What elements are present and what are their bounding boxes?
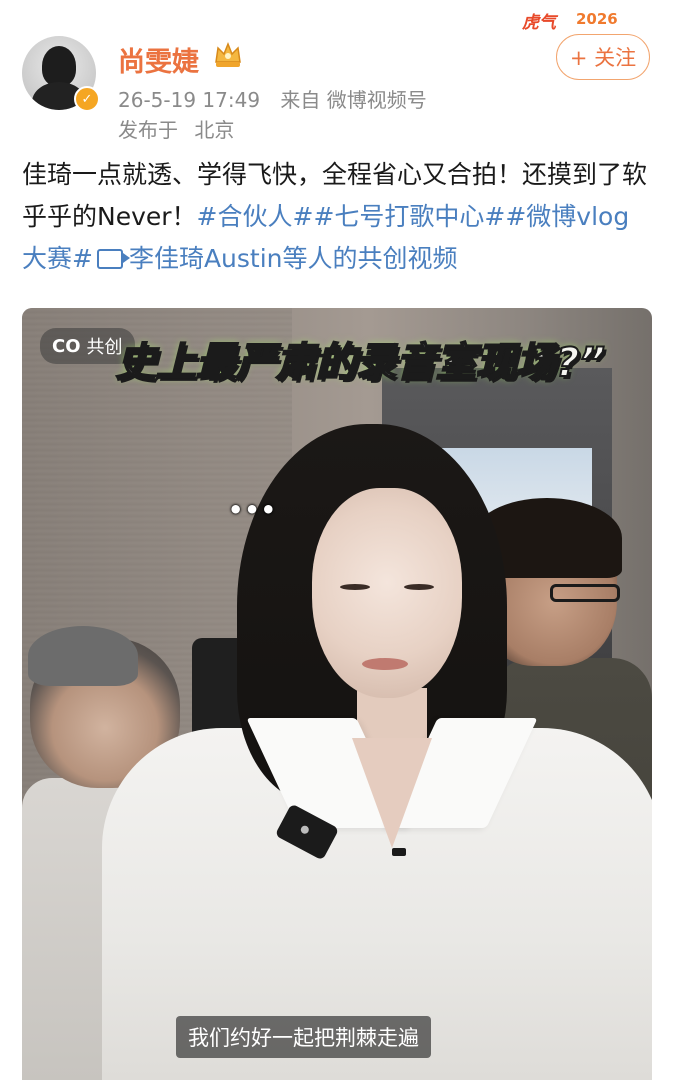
cocreate-link[interactable]: 李佳琦Austin等人的共创视频: [129, 244, 458, 273]
cocreate-icon: CO: [52, 335, 81, 357]
more-dots-icon[interactable]: •••: [228, 498, 277, 522]
follow-button[interactable]: + 关注: [556, 34, 650, 80]
necklace: [392, 848, 406, 856]
weibo-post-page: ✓ 尚雯婕 26-5-19 17:49 来自 微博视频号 发布于 北京 虎气 2…: [0, 0, 674, 1080]
header-decoration-text: 虎气: [522, 13, 556, 33]
glasses: [550, 584, 620, 602]
avatar-hair: [42, 46, 76, 86]
hashtag-partner[interactable]: #合伙人#: [197, 202, 314, 231]
left-person-cap: [28, 626, 138, 686]
video-title-caption: 史上最严肃的录音室现场?”: [115, 339, 606, 387]
header-decoration-year: 2026: [576, 10, 618, 28]
post-source[interactable]: 来自 微博视频号: [280, 88, 426, 112]
post-meta: 26-5-19 17:49 来自 微博视频号: [118, 84, 427, 113]
post-date: 26-5-19 17:49: [118, 88, 261, 112]
hashtag-song-center[interactable]: #七号打歌中心#: [313, 202, 505, 231]
video-player[interactable]: ••• CO 共创 史上最严肃的录音室现场?”: [22, 308, 652, 1080]
verified-badge-icon: ✓: [74, 86, 100, 112]
post-text: 佳琦一点就透、学得飞快，全程省心又合拍！还摸到了软乎乎的Never！#合伙人##…: [22, 154, 654, 280]
video-subtitle: 我们约好一起把荆棘走遍: [176, 1016, 431, 1058]
lips: [362, 658, 408, 670]
left-eye: [340, 584, 370, 590]
post-location: 发布于 北京: [118, 114, 234, 143]
crown-vip-icon: [215, 41, 241, 67]
location-label: 发布于: [118, 118, 178, 142]
username[interactable]: 尚雯婕: [118, 40, 199, 79]
video-camera-icon: [96, 249, 130, 269]
location-value: 北京: [194, 118, 235, 142]
right-eye: [404, 584, 434, 590]
